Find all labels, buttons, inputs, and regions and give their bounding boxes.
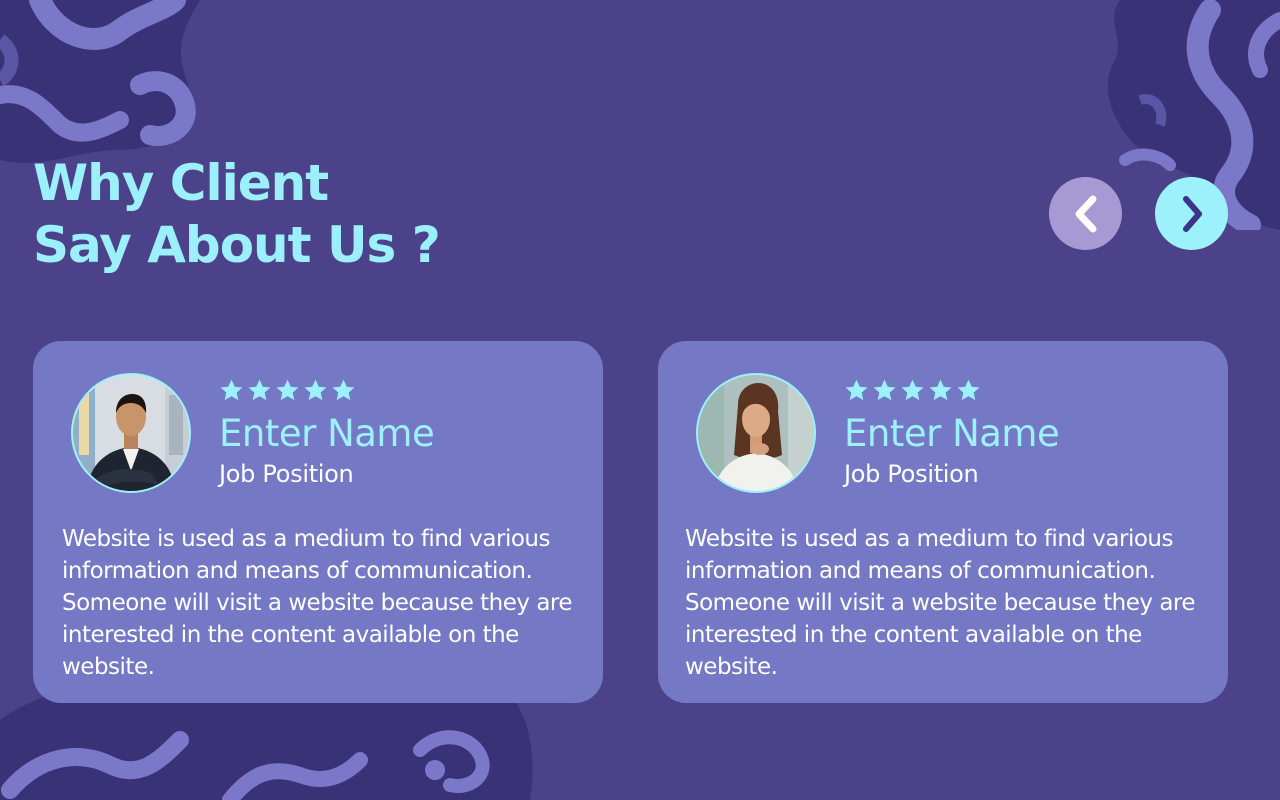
- testimonial-text: Website is used as a medium to find vari…: [685, 526, 1196, 680]
- star-icon: [248, 379, 271, 401]
- star-icon: [220, 379, 243, 401]
- client-job-position: Job Position: [219, 460, 354, 488]
- client-name: Enter Name: [844, 412, 1060, 455]
- section-heading-line-1: Why Client: [33, 154, 329, 212]
- star-rating: [219, 378, 356, 403]
- decorative-blob-top-left: [0, 0, 200, 163]
- chevron-right-icon: [1182, 195, 1202, 232]
- next-testimonial-button[interactable]: [1155, 177, 1228, 250]
- section-heading: Why Client Say About Us ?: [33, 152, 441, 276]
- star-icon: [276, 379, 299, 401]
- testimonial-card: Enter Name Job Position Website is used …: [33, 341, 603, 703]
- star-icon: [845, 379, 868, 401]
- star-icon: [873, 379, 896, 401]
- star-icon: [901, 379, 924, 401]
- client-name: Enter Name: [219, 412, 435, 455]
- section-heading-line-2: Say About Us ?: [33, 216, 441, 274]
- star-rating: [844, 378, 981, 403]
- star-icon: [332, 379, 355, 401]
- testimonial-card: Enter Name Job Position Website is used …: [658, 341, 1228, 703]
- star-icon: [929, 379, 952, 401]
- client-job-position: Job Position: [844, 460, 979, 488]
- star-icon: [957, 379, 980, 401]
- chevron-left-icon: [1075, 195, 1096, 232]
- client-avatar: [696, 373, 816, 493]
- star-icon: [304, 379, 327, 401]
- client-avatar: [71, 373, 191, 493]
- previous-testimonial-button[interactable]: [1049, 177, 1122, 250]
- testimonial-text: Website is used as a medium to find vari…: [62, 526, 573, 680]
